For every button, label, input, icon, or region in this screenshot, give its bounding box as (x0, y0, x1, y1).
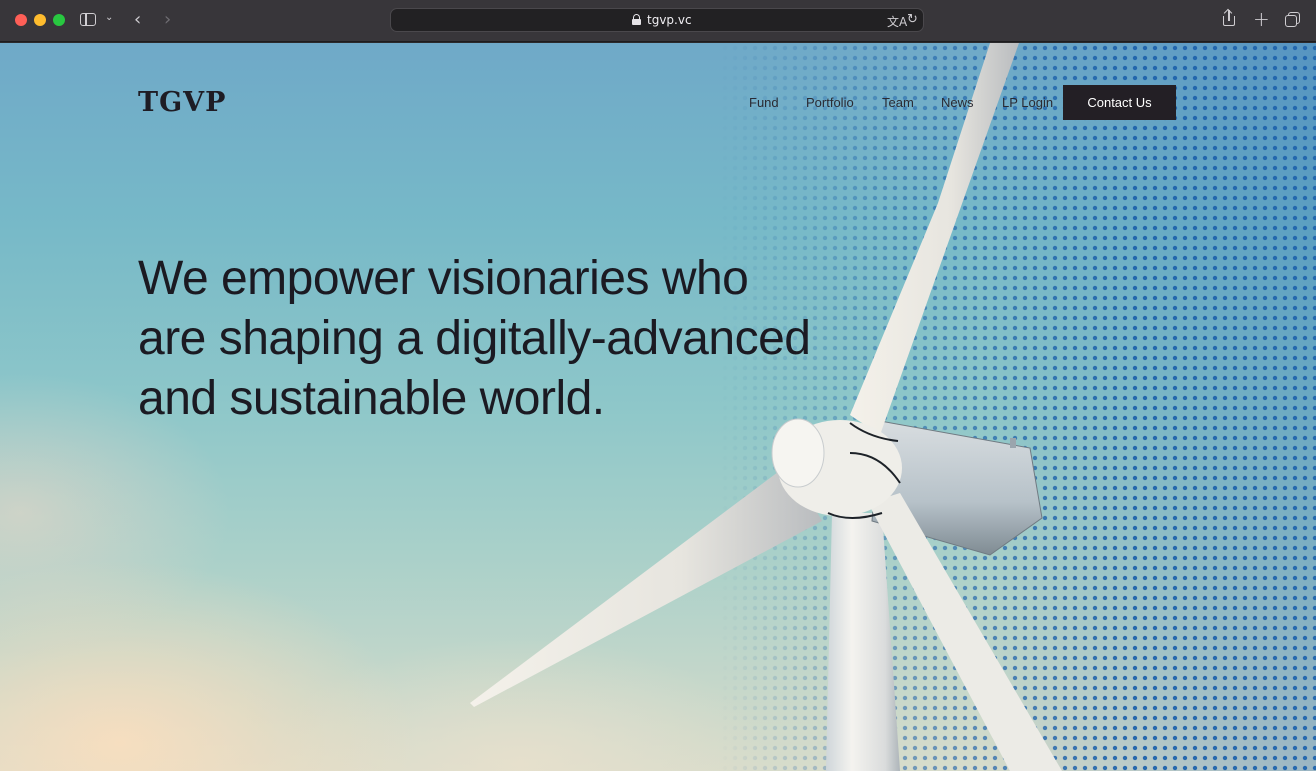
nav-link-portfolio[interactable]: Portfolio (806, 95, 854, 110)
browser-toolbar: ⌄ ‹ › tgvp.vc 文A ↻ + (0, 0, 1316, 42)
hero-section: TGVP Fund Portfolio Team News LP Login C… (0, 43, 1316, 771)
translate-icon[interactable]: 文A (887, 13, 907, 30)
chevron-right-icon[interactable]: › (164, 9, 171, 30)
zoom-window-button[interactable] (53, 14, 65, 26)
lock-icon (632, 14, 641, 25)
nav-link-team[interactable]: Team (882, 95, 914, 110)
nav-link-news[interactable]: News (941, 95, 974, 110)
nav-link-fund[interactable]: Fund (749, 95, 779, 110)
sidebar-icon[interactable] (80, 13, 96, 26)
contact-us-button[interactable]: Contact Us (1063, 85, 1176, 120)
reload-icon[interactable]: ↻ (907, 12, 918, 27)
plus-icon[interactable]: + (1253, 7, 1270, 31)
url-text: tgvp.vc (647, 13, 692, 27)
address-bar[interactable]: tgvp.vc 文A ↻ (390, 8, 924, 32)
site-logo[interactable]: TGVP (138, 87, 226, 118)
tabs-icon[interactable] (1285, 12, 1300, 27)
chevron-down-icon[interactable]: ⌄ (105, 12, 113, 23)
close-window-button[interactable] (15, 14, 27, 26)
chevron-left-icon[interactable]: ‹ (134, 9, 141, 30)
hero-headline-line-2: are shaping a digitally-advanced (138, 312, 811, 365)
share-icon[interactable] (1222, 10, 1236, 28)
hero-headline-line-3: and sustainable world. (138, 372, 605, 425)
hero-headline-line-1: We empower visionaries who (138, 252, 749, 305)
minimize-window-button[interactable] (34, 14, 46, 26)
nav-link-lp-login[interactable]: LP Login (1002, 95, 1053, 110)
hero-headline: We empower visionaries who are shaping a… (138, 249, 858, 429)
